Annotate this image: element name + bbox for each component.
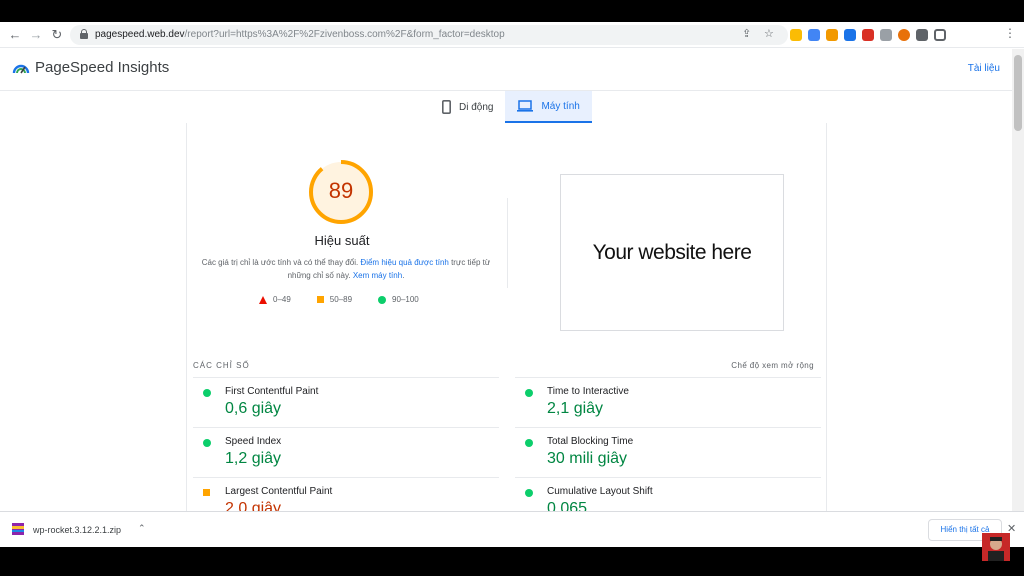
legend-item-good: 90–100 — [378, 295, 419, 304]
reload-icon[interactable]: ↻ — [48, 26, 66, 44]
translate-icon[interactable] — [808, 29, 820, 41]
download-file-name[interactable]: wp-rocket.3.12.2.1.zip — [33, 525, 121, 535]
performance-score: 89 — [328, 178, 354, 203]
page-scrollbar[interactable] — [1012, 49, 1024, 537]
device-tabs: Di động Máy tính — [430, 91, 592, 123]
megaphone-icon[interactable] — [862, 29, 874, 41]
divider — [507, 198, 508, 288]
docs-link[interactable]: Tài liệu — [968, 63, 1000, 74]
extension-icon[interactable] — [790, 29, 802, 41]
score-calc-link[interactable]: Điểm hiệu quả được tính — [360, 258, 448, 267]
page-header: PageSpeed Insights Tài liệu — [0, 49, 1012, 91]
metrics-heading: CÁC CHỈ SỐ — [193, 361, 250, 370]
tab-mobile[interactable]: Di động — [430, 91, 505, 123]
url-text[interactable]: pagespeed.web.dev/report?url=https%3A%2F… — [95, 29, 505, 40]
good-circle-icon — [203, 389, 211, 397]
menu-icon[interactable]: ⋮ — [1004, 26, 1016, 40]
lock-icon — [80, 29, 88, 39]
extension-icon[interactable] — [844, 29, 856, 41]
page-screenshot: Your website here — [560, 174, 784, 331]
tab-desktop[interactable]: Máy tính — [505, 91, 592, 123]
puzzle-icon[interactable] — [916, 29, 928, 41]
good-circle-icon — [525, 389, 533, 397]
metric-speed-index: Speed Index 1,2 giây — [193, 427, 499, 477]
scrollbar-thumb[interactable] — [1014, 55, 1022, 131]
browser-window: ← → ↻ pagespeed.web.dev/report?url=https… — [0, 22, 1024, 547]
expand-view-toggle[interactable]: Chế độ xem mở rộng — [731, 361, 814, 370]
legend-item-poor: 0–49 — [259, 295, 291, 304]
good-circle-icon — [525, 489, 533, 497]
metric-fcp: First Contentful Paint 0,6 giây — [193, 377, 499, 427]
legend-item-average: 50–89 — [316, 295, 352, 304]
report-card: 89 Hiệu suất Các giá trị chỉ là ước tính… — [186, 123, 827, 547]
calculator-link[interactable]: Xem máy tính — [353, 271, 402, 280]
pagespeed-logo-icon — [12, 64, 30, 74]
metric-tti: Time to Interactive 2,1 giây — [515, 377, 821, 427]
address-bar[interactable]: pagespeed.web.dev/report?url=https%3A%2F… — [70, 25, 788, 45]
avatar — [982, 533, 1010, 561]
extension-icon[interactable] — [826, 29, 838, 41]
browser-toolbar: ← → ↻ pagespeed.web.dev/report?url=https… — [0, 22, 1024, 48]
extension-icon[interactable] — [880, 29, 892, 41]
good-circle-icon — [525, 439, 533, 447]
screenshot-text: Your website here — [592, 240, 752, 264]
side-panel-icon[interactable] — [934, 29, 946, 41]
laptop-icon — [517, 100, 534, 112]
share-icon[interactable]: ⇪ — [742, 27, 751, 40]
forward-arrow-icon[interactable]: → — [27, 26, 45, 44]
phone-icon — [442, 100, 451, 114]
triangle-icon — [259, 295, 267, 304]
download-bar: wp-rocket.3.12.2.1.zip ⌃ Hiển thị tất cả… — [0, 511, 1024, 547]
metric-tbt: Total Blocking Time 30 mili giây — [515, 427, 821, 477]
score-legend: 0–49 50–89 90–100 — [259, 295, 419, 304]
tab-label: Máy tính — [541, 100, 580, 112]
extension-icon[interactable] — [898, 29, 910, 41]
circle-icon — [378, 295, 387, 304]
tab-label: Di động — [459, 101, 494, 113]
square-icon — [316, 296, 324, 303]
star-icon[interactable]: ☆ — [764, 27, 774, 40]
performance-title: Hiệu suất — [314, 233, 370, 248]
good-circle-icon — [203, 439, 211, 447]
performance-description: Các giá trị chỉ là ước tính và có thể th… — [201, 258, 491, 280]
extensions-area — [790, 26, 946, 44]
archive-file-icon — [12, 523, 24, 535]
chevron-up-icon[interactable]: ⌃ — [138, 523, 146, 534]
back-arrow-icon[interactable]: ← — [6, 26, 24, 44]
average-square-icon — [203, 489, 210, 496]
page-title: PageSpeed Insights — [35, 59, 170, 76]
